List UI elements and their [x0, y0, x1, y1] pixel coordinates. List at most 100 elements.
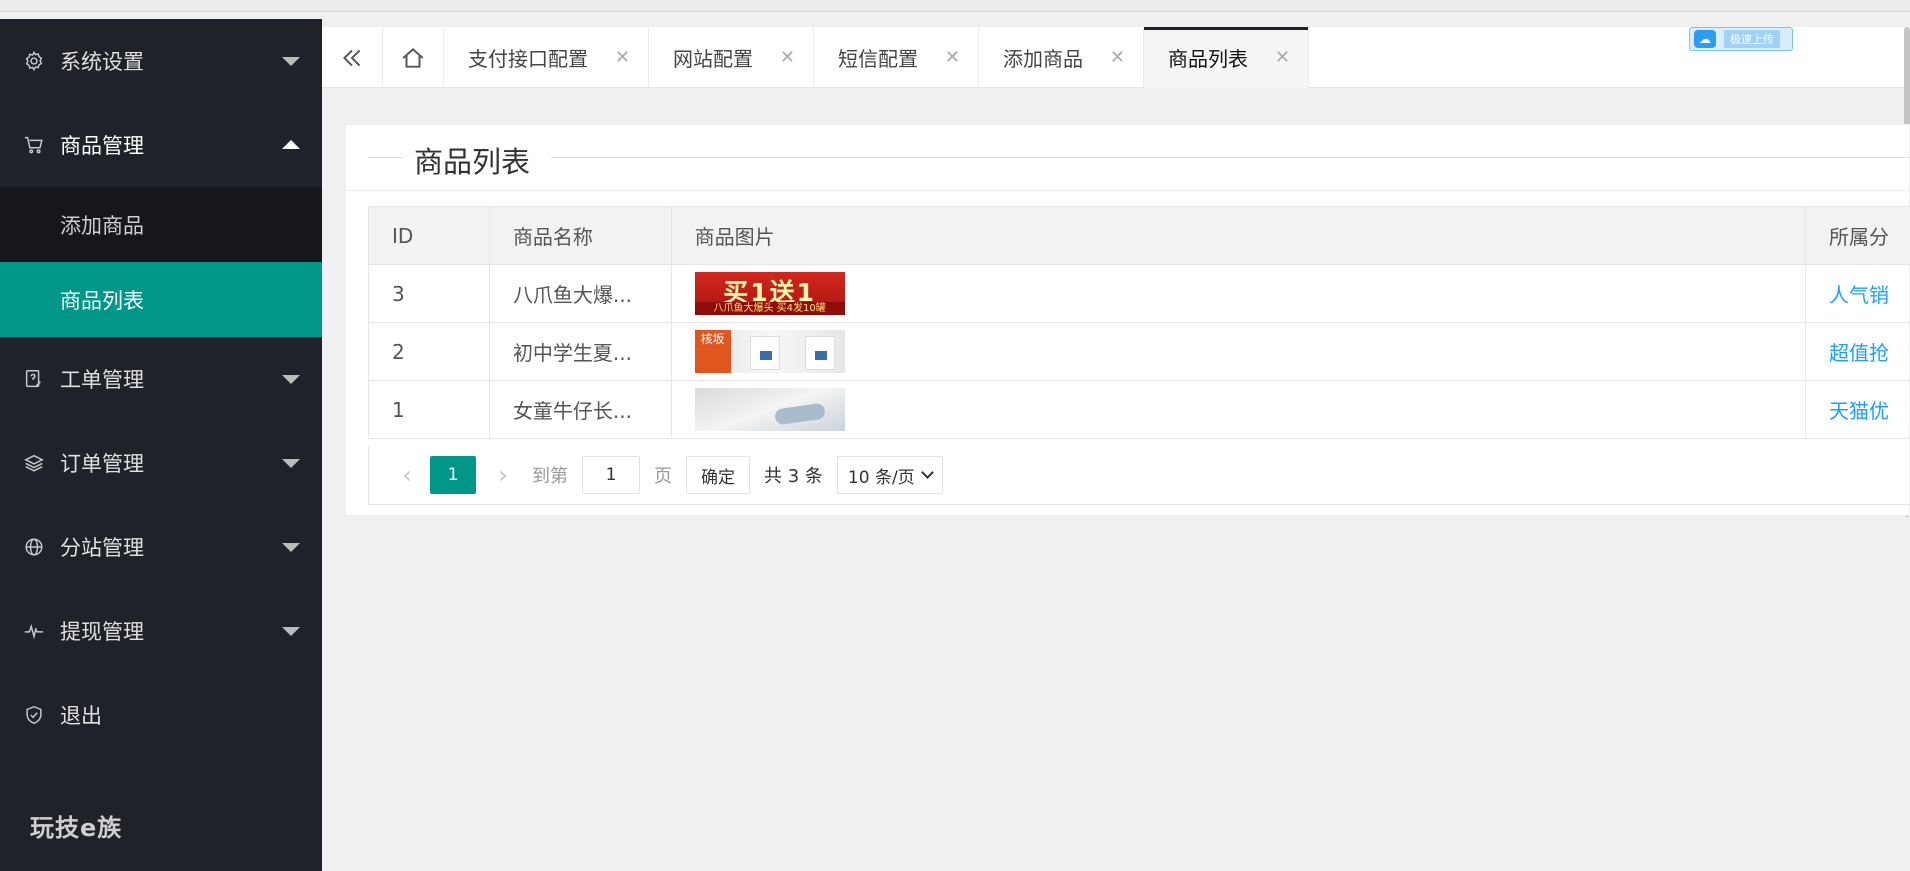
table-header-row: ID 商品名称 商品图片 所属分 [368, 206, 1910, 265]
caret-up-icon [282, 140, 300, 149]
sidebar-item-ticket-management[interactable]: 工单管理 [0, 337, 322, 421]
sidebar-item-product-management[interactable]: 商品管理 [0, 103, 322, 187]
product-thumbnail[interactable] [694, 388, 845, 431]
product-list-card: 商品列表 ID 商品名称 商品图片 所属分 3 八爪鱼大爆... 买1送1 八爪… [345, 124, 1910, 516]
page-size-select[interactable]: 10 条/页 [836, 456, 943, 494]
tab-bar: 支付接口配置 ✕ 网站配置 ✕ 短信配置 ✕ 添加商品 ✕ 商品列表 ✕ [322, 27, 1910, 88]
tab-label: 支付接口配置 [468, 47, 588, 71]
cell-name: 女童牛仔长... [488, 380, 672, 439]
sidebar-item-logout[interactable]: 退出 [0, 673, 322, 757]
caret-down-icon [282, 459, 300, 468]
category-link[interactable]: 天猫优 [1829, 399, 1889, 423]
tab-label: 网站配置 [673, 47, 753, 71]
close-icon[interactable]: ✕ [615, 47, 630, 69]
cell-id: 2 [368, 322, 490, 381]
collapse-sidebar-button[interactable] [322, 27, 383, 88]
sidebar: 系统设置 商品管理 添加商品 商品列表 工单管理 订单管理 分站管理 提现管理 … [0, 19, 322, 871]
title-divider-right [551, 157, 1910, 158]
sidebar-item-label: 提现管理 [60, 620, 144, 644]
close-icon[interactable]: ✕ [1110, 47, 1125, 69]
sidebar-item-system-settings[interactable]: 系统设置 [0, 19, 322, 103]
sidebar-item-withdrawal-management[interactable]: 提现管理 [0, 589, 322, 673]
sidebar-item-label: 退出 [60, 704, 102, 728]
sidebar-item-substation-management[interactable]: 分站管理 [0, 505, 322, 589]
cell-category: 超值抢 [1804, 322, 1910, 381]
sidebar-item-label: 工单管理 [60, 368, 144, 392]
ticket-icon [22, 367, 46, 391]
home-icon [402, 47, 424, 68]
layers-icon [22, 451, 46, 475]
home-tab-button[interactable] [383, 27, 444, 88]
cloud-icon: ☁ [1694, 30, 1716, 48]
title-divider-left [368, 157, 402, 158]
goto-confirm-button[interactable]: 确定 [686, 456, 750, 494]
sidebar-item-label: 商品管理 [60, 134, 144, 158]
table-row[interactable]: 3 八爪鱼大爆... 买1送1 八爪鱼大爆头 买4发10罐 人气销 [368, 264, 1910, 323]
submenu-item-product-list[interactable]: 商品列表 [0, 262, 322, 337]
caret-down-icon [282, 543, 300, 552]
column-header-image[interactable]: 商品图片 [670, 206, 1806, 265]
cell-category: 人气销 [1804, 264, 1910, 323]
goto-label: 到第 [532, 466, 568, 487]
column-header-id[interactable]: ID [368, 206, 490, 265]
gear-icon [22, 49, 46, 73]
goto-page-input[interactable] [582, 456, 640, 494]
category-link[interactable]: 人气销 [1829, 283, 1889, 307]
prev-page-icon[interactable]: ‹ [392, 456, 422, 494]
table-row[interactable]: 2 初中学生夏... 核坂 超值抢 [368, 322, 1910, 381]
sidebar-item-order-management[interactable]: 订单管理 [0, 421, 322, 505]
tab-site-config[interactable]: 网站配置 ✕ [649, 27, 814, 88]
tab-add-product[interactable]: 添加商品 ✕ [979, 27, 1144, 88]
page-size-value: 10 条/页 [847, 467, 915, 488]
product-thumbnail[interactable]: 买1送1 八爪鱼大爆头 买4发10罐 [694, 272, 845, 315]
page-title: 商品列表 [414, 145, 531, 179]
caret-down-icon [282, 375, 300, 384]
cell-name: 八爪鱼大爆... [488, 264, 672, 323]
next-page-icon[interactable]: › [488, 456, 518, 494]
column-header-category[interactable]: 所属分 [1804, 206, 1910, 265]
tshirt-image [804, 336, 835, 370]
cell-category: 天猫优 [1804, 380, 1910, 439]
page-unit-label: 页 [654, 466, 672, 487]
sidebar-item-label: 订单管理 [60, 452, 144, 476]
globe-icon [22, 535, 46, 559]
category-link[interactable]: 超值抢 [1829, 341, 1889, 365]
column-header-name[interactable]: 商品名称 [488, 206, 672, 265]
caret-down-icon [282, 627, 300, 636]
double-chevron-left-icon [343, 49, 361, 66]
product-table: ID 商品名称 商品图片 所属分 3 八爪鱼大爆... 买1送1 八爪鱼大爆头 … [368, 206, 1910, 439]
tab-product-list[interactable]: 商品列表 ✕ [1144, 27, 1309, 88]
submenu-item-add-product[interactable]: 添加商品 [0, 187, 322, 262]
cell-id: 3 [368, 264, 490, 323]
pulse-icon [22, 619, 46, 643]
close-icon[interactable]: ✕ [945, 47, 960, 69]
chevron-down-icon [920, 466, 934, 479]
cloud-badge-text: 极速上传 [1724, 30, 1780, 48]
shield-icon [22, 703, 46, 727]
cloud-upload-badge[interactable]: ☁ 极速上传 [1689, 27, 1793, 51]
cart-icon [22, 133, 46, 157]
browser-top-strip [0, 0, 1910, 12]
tab-label: 短信配置 [838, 47, 918, 71]
caret-down-icon [282, 57, 300, 66]
tab-label: 商品列表 [1168, 47, 1248, 71]
sidebar-item-label: 系统设置 [60, 50, 144, 74]
tshirt-image [749, 336, 780, 370]
cell-image: 买1送1 八爪鱼大爆头 买4发10罐 [670, 264, 1806, 323]
tab-sms-config[interactable]: 短信配置 ✕ [814, 27, 979, 88]
thumbnail-tag: 核坂 [694, 330, 731, 373]
tab-payment-config[interactable]: 支付接口配置 ✕ [444, 27, 649, 88]
cell-name: 初中学生夏... [488, 322, 672, 381]
product-thumbnail[interactable]: 核坂 [694, 330, 845, 373]
brand-logo: 玩技e族 [30, 814, 123, 842]
cell-id: 1 [368, 380, 490, 439]
current-page-button[interactable]: 1 [430, 456, 476, 494]
sidebar-item-label: 分站管理 [60, 536, 144, 560]
table-row[interactable]: 1 女童牛仔长... 天猫优 [368, 380, 1910, 439]
thumbnail-subcaption: 八爪鱼大爆头 买4发10罐 [694, 302, 845, 315]
pagination: ‹ 1 › 到第 页 确定 共 3 条 10 条/页 [368, 446, 1910, 505]
cell-image [670, 380, 1806, 439]
tab-label: 添加商品 [1003, 47, 1083, 71]
close-icon[interactable]: ✕ [1275, 47, 1290, 69]
close-icon[interactable]: ✕ [780, 47, 795, 69]
